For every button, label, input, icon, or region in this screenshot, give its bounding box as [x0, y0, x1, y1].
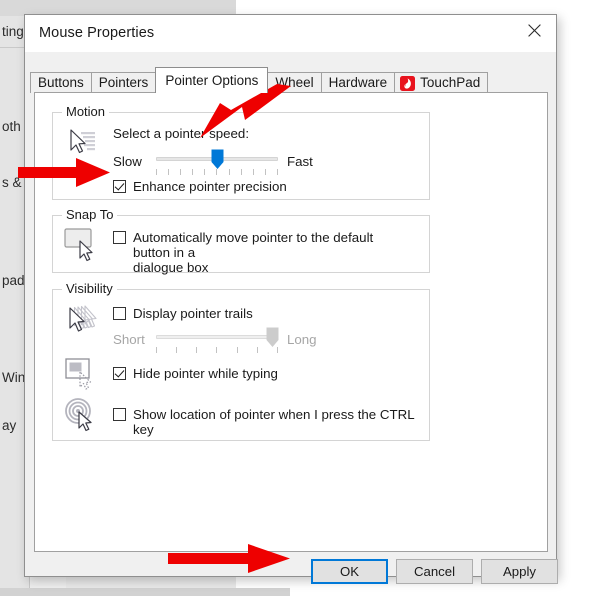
touchpad-icon: [400, 75, 416, 91]
tab-label: Wheel: [275, 75, 314, 91]
motion-group: Motion Select a pointer speed: Slow Fast…: [52, 105, 430, 200]
display-pointer-trails-label: Display pointer trails: [133, 306, 253, 321]
screen: ting oth s & pad Win ay Mouse Properties…: [0, 0, 602, 602]
tab-pointer-options[interactable]: Pointer Options: [155, 67, 269, 93]
slider-ticks: [156, 347, 278, 353]
dialog-title: Mouse Properties: [39, 25, 155, 41]
tab-label: Hardware: [328, 75, 388, 91]
hide-pointer-while-typing-checkbox[interactable]: [113, 367, 126, 380]
ok-button[interactable]: OK: [311, 559, 388, 584]
show-location-ctrl-label: Show location of pointer when I press th…: [133, 407, 415, 437]
locate-pointer-icon: [63, 396, 101, 434]
tab-label: Pointer Options: [165, 72, 259, 88]
tab-touchpad[interactable]: TouchPad: [394, 72, 489, 93]
display-pointer-trails-checkbox[interactable]: [113, 307, 126, 320]
display-pointer-trails-row[interactable]: Display pointer trails: [113, 306, 253, 321]
background-text-fragment: s &: [2, 175, 22, 190]
hide-pointer-while-typing-row[interactable]: Hide pointer while typing: [113, 366, 278, 381]
slider-track: [156, 335, 278, 339]
enhance-pointer-precision-row[interactable]: Enhance pointer precision: [113, 179, 287, 194]
tab-label: Pointers: [98, 75, 149, 91]
snap-to-group-title: Snap To: [62, 208, 118, 222]
slow-label: Slow: [113, 154, 142, 169]
show-location-ctrl-row[interactable]: Show location of pointer when I press th…: [113, 407, 429, 437]
pointer-trails-icon: [63, 301, 101, 339]
pointer-speed-icon: [63, 124, 101, 162]
long-label: Long: [287, 332, 317, 347]
tab-hardware[interactable]: Hardware: [320, 72, 396, 93]
tab-wheel[interactable]: Wheel: [267, 72, 322, 93]
hide-pointer-icon: [63, 355, 101, 393]
background-text-fragment: pad: [2, 273, 25, 288]
pointer-speed-label: Select a pointer speed:: [113, 126, 250, 141]
auto-move-pointer-label: Automatically move pointer to the defaul…: [133, 230, 374, 275]
slider-thumb[interactable]: [211, 149, 224, 170]
motion-group-title: Motion: [62, 105, 110, 119]
tab-pointers[interactable]: Pointers: [90, 72, 157, 93]
visibility-group: Visibility Display pointer trails Short …: [52, 282, 430, 441]
tab-strip: Buttons Pointers Pointer Options Wheel H…: [25, 52, 556, 93]
snap-to-icon: [63, 225, 101, 263]
auto-move-pointer-checkbox[interactable]: [113, 231, 126, 244]
apply-button[interactable]: Apply: [481, 559, 558, 584]
auto-move-pointer-row[interactable]: Automatically move pointer to the defaul…: [113, 230, 413, 275]
background-text-fragment: ting: [2, 24, 24, 39]
tab-label: Buttons: [38, 75, 84, 91]
hide-pointer-while-typing-label: Hide pointer while typing: [133, 366, 278, 381]
pointer-options-panel: Motion Select a pointer speed: Slow Fast…: [34, 92, 548, 552]
slider-thumb[interactable]: [266, 327, 279, 348]
snap-to-group: Snap To Automatically move pointer to th…: [52, 208, 430, 275]
cancel-button[interactable]: Cancel: [396, 559, 473, 584]
background-bottom-shade: [0, 588, 290, 596]
tab-label: TouchPad: [420, 75, 481, 91]
background-text-fragment: ay: [2, 418, 17, 433]
visibility-group-title: Visibility: [62, 282, 117, 296]
enhance-pointer-precision-checkbox[interactable]: [113, 180, 126, 193]
mouse-properties-dialog: Mouse Properties Buttons Pointers Pointe…: [24, 14, 558, 584]
fast-label: Fast: [287, 154, 313, 169]
tab-buttons[interactable]: Buttons: [30, 72, 92, 93]
background-text-fragment: Win: [2, 370, 26, 385]
dialog-button-row: OK Cancel Apply: [25, 559, 558, 587]
short-label: Short: [113, 332, 145, 347]
enhance-pointer-precision-label: Enhance pointer precision: [133, 179, 287, 194]
close-icon[interactable]: [512, 15, 556, 45]
background-text-fragment: oth: [2, 119, 21, 134]
dialog-title-bar: Mouse Properties: [25, 15, 556, 52]
show-location-ctrl-checkbox[interactable]: [113, 408, 126, 421]
